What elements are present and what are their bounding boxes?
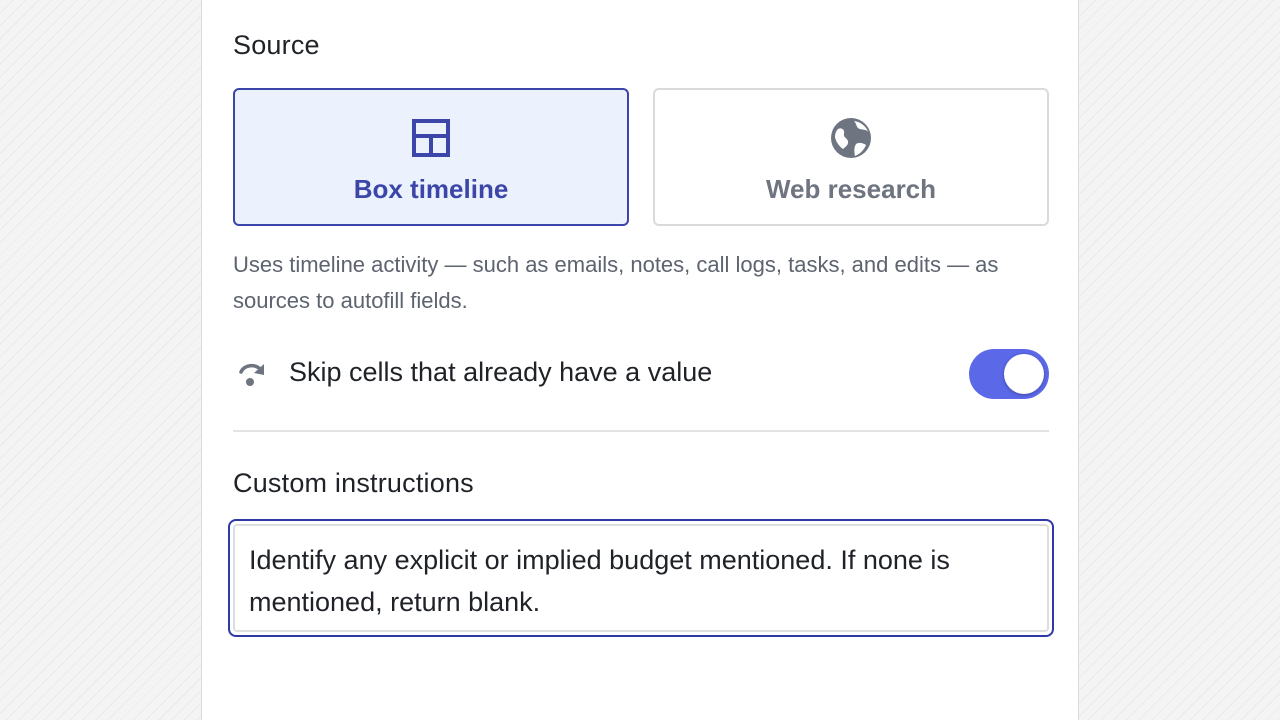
custom-instructions-input[interactable]: Identify any explicit or implied budget … <box>233 524 1049 632</box>
redo-skip-icon <box>239 363 264 386</box>
autofill-settings-panel: Source Box timeline Web research Uses ti… <box>201 0 1079 720</box>
source-option-web-research[interactable]: Web research <box>653 88 1049 226</box>
section-divider <box>233 430 1049 432</box>
source-description: Uses timeline activity — such as emails,… <box>233 252 999 313</box>
globe-icon <box>831 118 871 158</box>
custom-instructions-focus-ring: Identify any explicit or implied budget … <box>228 519 1054 637</box>
layout-icon <box>412 119 450 157</box>
source-option-box-timeline[interactable]: Box timeline <box>233 88 629 226</box>
source-option-label: Web research <box>765 174 937 204</box>
skip-existing-label: Skip cells that already have a value <box>289 357 713 387</box>
source-section-title: Source <box>233 30 320 60</box>
custom-instructions-title: Custom instructions <box>233 468 474 498</box>
source-option-label: Box timeline <box>353 174 509 204</box>
toggle-knob <box>1004 354 1044 394</box>
skip-existing-toggle[interactable] <box>969 349 1049 399</box>
skip-existing-setting: Skip cells that already have a value <box>233 348 1049 400</box>
